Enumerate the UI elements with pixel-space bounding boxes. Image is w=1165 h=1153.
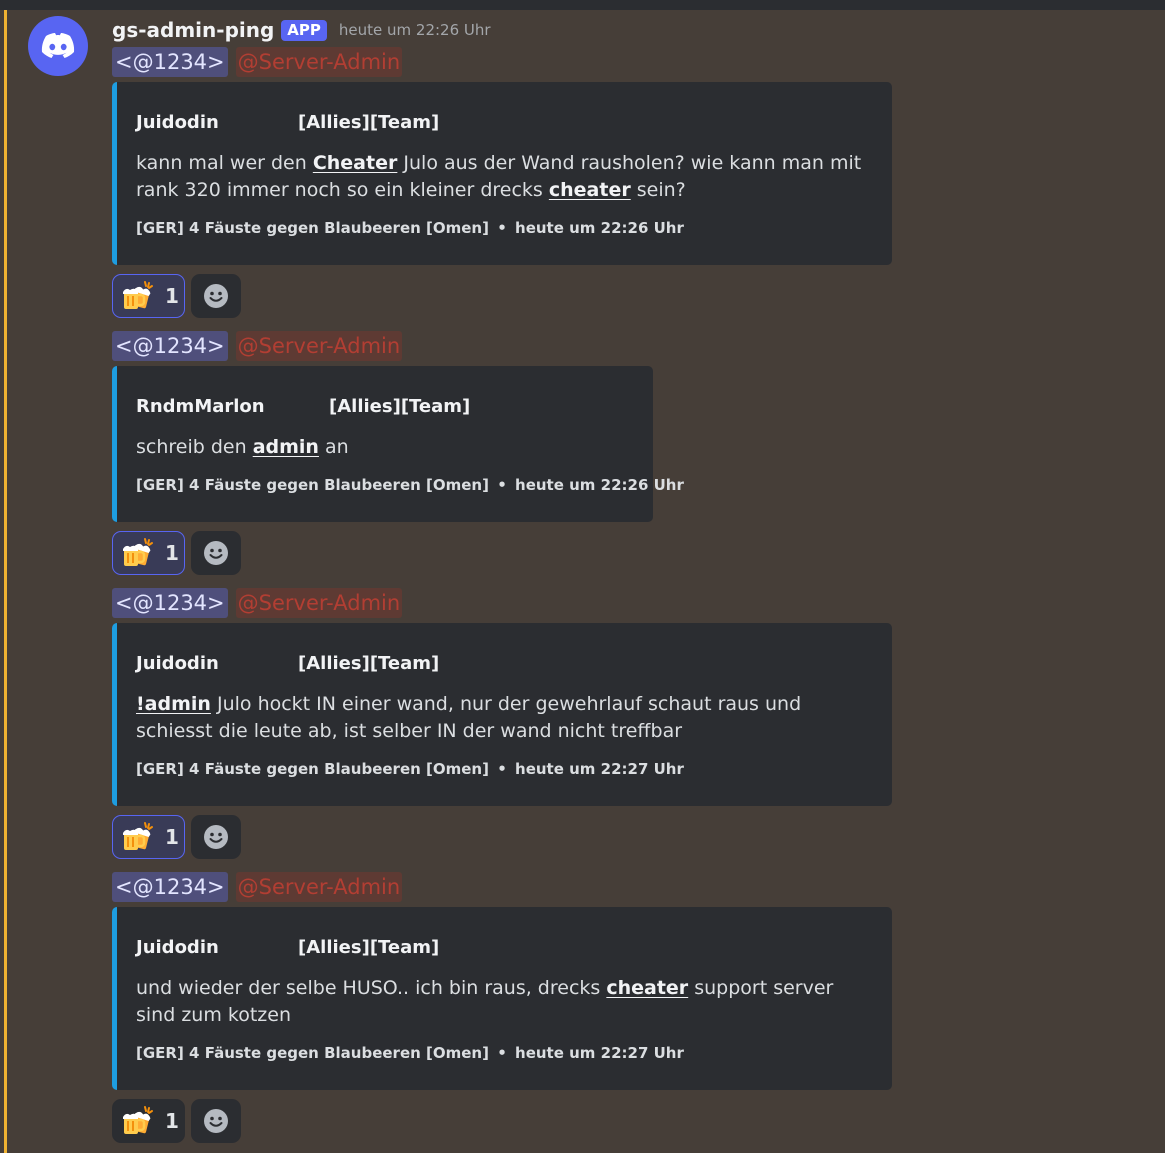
reactions-bar: 1: [112, 815, 241, 859]
embed-author: Juidodin: [136, 111, 219, 133]
embed: RndmMarlon [Allies][Team] schreib den ad…: [112, 366, 684, 522]
embed: Juidodin [Allies][Team] !admin Julo hock…: [112, 623, 892, 806]
beer-mugs-icon: [123, 1106, 153, 1134]
avatar[interactable]: [28, 16, 88, 76]
embed-description: kann mal wer den Cheater Julo aus der Wa…: [136, 152, 862, 201]
role-mention[interactable]: @Server-Admin: [235, 47, 403, 77]
mention-line: <@1234> @Server-Admin: [112, 588, 403, 618]
server-name: [GER] 4 Fäuste gegen Blaubeeren [Omen]: [136, 1044, 489, 1062]
embed-team: [Allies][Team]: [329, 395, 471, 417]
reaction-count: 1: [165, 541, 179, 565]
footer-separator: •: [497, 219, 507, 237]
beer-mugs-icon: [123, 538, 153, 566]
beer-mugs-icon: [123, 281, 153, 309]
embed-author: Juidodin: [136, 936, 219, 958]
reaction[interactable]: 1: [112, 1099, 185, 1143]
embed-footer: [GER] 4 Fäuste gegen Blaubeeren [Omen] •…: [136, 1042, 684, 1064]
keyword: admin: [252, 436, 319, 458]
mention-highlight-bar: [4, 10, 7, 1153]
add-reaction-button[interactable]: [191, 531, 241, 575]
reactions-bar: 1: [112, 274, 241, 318]
reaction[interactable]: 1: [112, 531, 185, 575]
smiley-icon: [204, 825, 228, 849]
mention-line: <@1234> @Server-Admin: [112, 872, 403, 902]
smiley-icon: [204, 284, 228, 308]
embed-header: Juidodin [Allies][Team]: [136, 935, 439, 959]
user-mention[interactable]: <@1234>: [112, 331, 228, 361]
keyword: Cheater: [312, 152, 398, 174]
embed-time: heute um 22:27 Uhr: [515, 760, 684, 778]
embed-header: Juidodin [Allies][Team]: [136, 110, 439, 134]
embed-time: heute um 22:26 Uhr: [515, 476, 684, 494]
embed-description: schreib den admin an: [136, 436, 349, 458]
username[interactable]: gs-admin-ping: [112, 18, 274, 42]
beer-mugs-icon: [123, 822, 153, 850]
reaction[interactable]: 1: [112, 274, 185, 318]
user-mention[interactable]: <@1234>: [112, 47, 228, 77]
embed-header: Juidodin [Allies][Team]: [136, 651, 439, 675]
smiley-icon: [204, 1109, 228, 1133]
role-mention[interactable]: @Server-Admin: [235, 331, 403, 361]
reactions-bar: 1: [112, 1099, 241, 1143]
embed-footer: [GER] 4 Fäuste gegen Blaubeeren [Omen] •…: [136, 758, 684, 780]
keyword: !admin: [136, 693, 211, 715]
embed-team: [Allies][Team]: [298, 111, 440, 133]
role-mention[interactable]: @Server-Admin: [235, 588, 403, 618]
top-strip: [0, 0, 1165, 10]
embed: Juidodin [Allies][Team] kann mal wer den…: [112, 82, 892, 265]
embed-author: Juidodin: [136, 652, 219, 674]
app-badge: APP: [281, 19, 327, 41]
add-reaction-button[interactable]: [191, 1099, 241, 1143]
user-mention[interactable]: <@1234>: [112, 588, 228, 618]
embed-author: RndmMarlon: [136, 395, 265, 417]
message-header: gs-admin-ping APP heute um 22:26 Uhr: [112, 16, 491, 44]
reaction-count: 1: [165, 825, 179, 849]
embed-footer: [GER] 4 Fäuste gegen Blaubeeren [Omen] •…: [136, 474, 684, 496]
embed-time: heute um 22:26 Uhr: [515, 219, 684, 237]
mention-line: <@1234> @Server-Admin: [112, 331, 403, 361]
smiley-icon: [204, 541, 228, 565]
role-mention[interactable]: @Server-Admin: [235, 872, 403, 902]
footer-separator: •: [497, 760, 507, 778]
embed: Juidodin [Allies][Team] und wieder der s…: [112, 907, 892, 1090]
keyword: cheater: [606, 977, 689, 999]
keyword: cheater: [548, 179, 631, 201]
reaction-count: 1: [165, 1109, 179, 1133]
embed-time: heute um 22:27 Uhr: [515, 1044, 684, 1062]
message-timestamp[interactable]: heute um 22:26 Uhr: [339, 21, 491, 39]
embed-team: [Allies][Team]: [298, 652, 440, 674]
footer-separator: •: [497, 1044, 507, 1062]
discord-logo-icon: [41, 33, 75, 58]
reaction[interactable]: 1: [112, 815, 185, 859]
server-name: [GER] 4 Fäuste gegen Blaubeeren [Omen]: [136, 760, 489, 778]
add-reaction-button[interactable]: [191, 274, 241, 318]
embed-description: !admin Julo hockt IN einer wand, nur der…: [136, 693, 802, 742]
mention-line: <@1234> @Server-Admin: [112, 47, 403, 77]
embed-footer: [GER] 4 Fäuste gegen Blaubeeren [Omen] •…: [136, 217, 684, 239]
footer-separator: •: [497, 476, 507, 494]
embed-description: und wieder der selbe HUSO.. ich bin raus…: [136, 977, 834, 1026]
server-name: [GER] 4 Fäuste gegen Blaubeeren [Omen]: [136, 476, 489, 494]
reaction-count: 1: [165, 284, 179, 308]
server-name: [GER] 4 Fäuste gegen Blaubeeren [Omen]: [136, 219, 489, 237]
reactions-bar: 1: [112, 531, 241, 575]
add-reaction-button[interactable]: [191, 815, 241, 859]
user-mention[interactable]: <@1234>: [112, 872, 228, 902]
embed-team: [Allies][Team]: [298, 936, 440, 958]
embed-header: RndmMarlon [Allies][Team]: [136, 394, 470, 418]
